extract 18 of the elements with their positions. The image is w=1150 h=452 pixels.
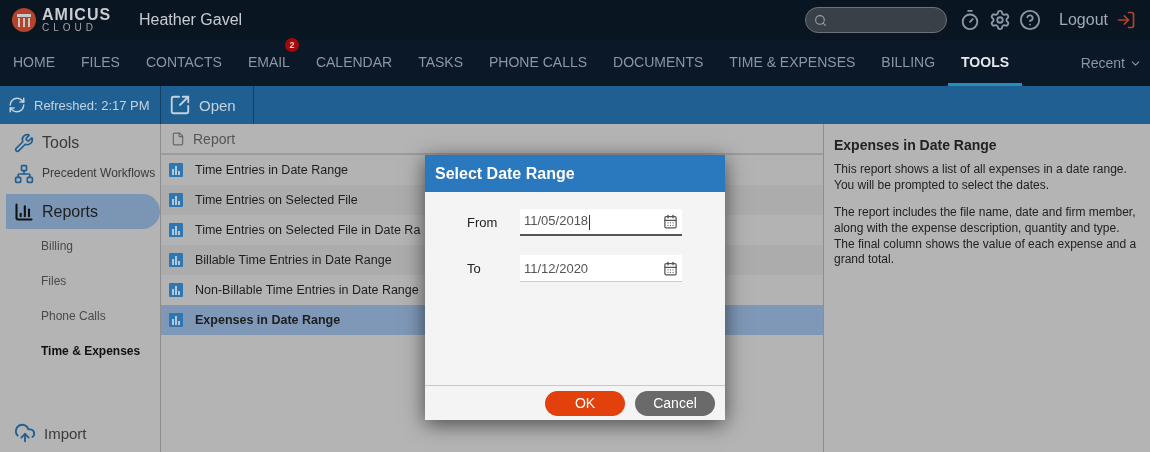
logo-name: AMICUS [42, 7, 112, 23]
report-name: Time Entries on Selected File in Date Ra [195, 223, 421, 237]
description-text: The report includes the file name, date and firm member, along with the expense description, quantity and type. The final column shows the value of each expense and a grand total. [834, 205, 1138, 268]
report-name: Time Entries on Selected File [195, 193, 358, 207]
report-name: Time Entries in Date Range [195, 163, 349, 177]
sidebar-title: Tools [42, 134, 80, 152]
count-badge: 2 [284, 38, 299, 52]
report-name: Non-Billable Time Entries in Date Range [195, 283, 419, 297]
report-name: Billable Time Entries in Date Range [195, 253, 392, 267]
field-label: To [467, 261, 482, 276]
field-label: From [467, 215, 499, 230]
logo-subtitle: CLOUD [42, 23, 98, 33]
description-text: This report shows a list of all expenses in a date range. You will be prompted to select the dates. [834, 162, 1128, 194]
user-name: Heather Gavel [139, 11, 243, 29]
column-header: Report [193, 130, 236, 147]
dialog-title: Select Date Range [425, 155, 725, 192]
report-name: Expenses in Date Range [195, 313, 341, 327]
details-title: Expenses in Date Range [834, 136, 998, 155]
